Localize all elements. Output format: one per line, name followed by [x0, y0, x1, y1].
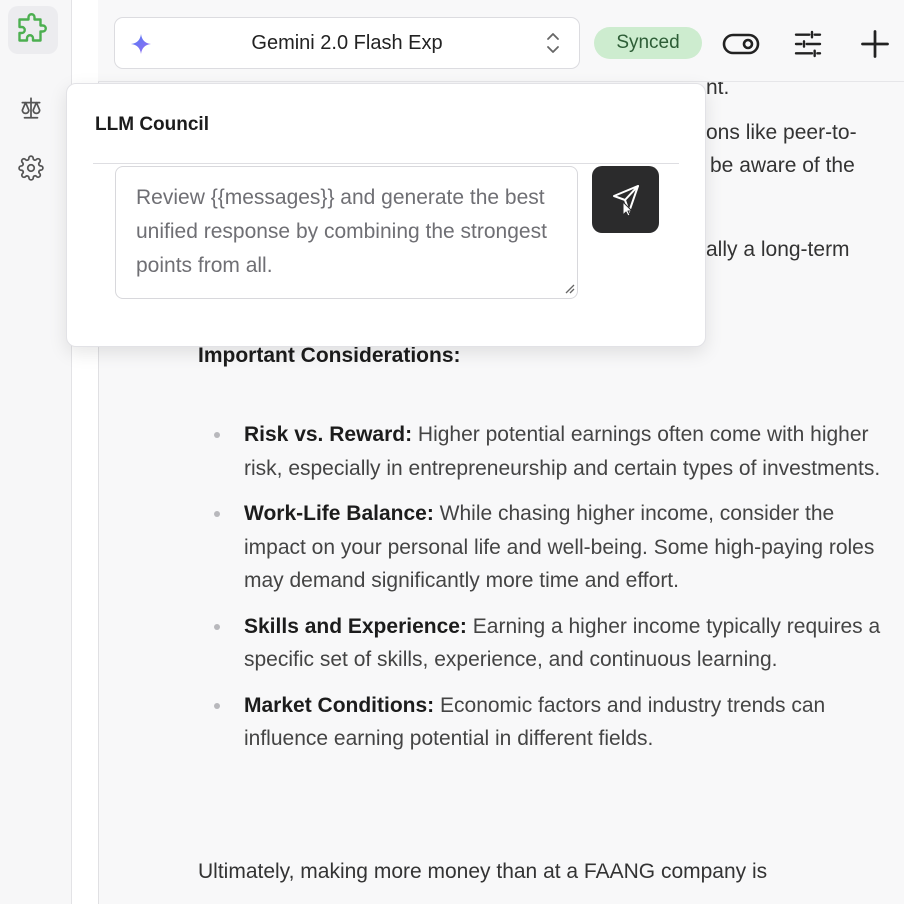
model-selector[interactable]: Gemini 2.0 Flash Exp [114, 17, 580, 69]
considerations-list: Risk vs. Reward: Higher potential earnin… [210, 418, 900, 768]
sync-status-badge: Synced [594, 27, 702, 59]
list-item-title: Market Conditions: [244, 693, 435, 717]
toggle-button[interactable] [721, 24, 761, 64]
divider [93, 163, 679, 164]
council-popup: LLM Council Review {{messages}} and gene… [66, 83, 706, 347]
left-rail [0, 0, 72, 904]
council-nav-button[interactable] [16, 93, 46, 123]
response-text-fragment: ally a long-term [706, 238, 850, 261]
resize-handle-icon[interactable] [563, 282, 575, 294]
puzzle-icon [18, 13, 47, 42]
list-item-title: Work-Life Balance: [244, 502, 434, 525]
sliders-icon [794, 30, 822, 58]
scale-icon [21, 97, 41, 119]
popup-title: LLM Council [95, 114, 209, 135]
toggle-icon [722, 33, 760, 55]
section-heading: Important Considerations: [198, 344, 461, 367]
list-item: Market Conditions: Economic factors and … [210, 689, 900, 756]
send-button[interactable] [592, 166, 659, 233]
list-item: Skills and Experience: Earning a higher … [210, 610, 900, 677]
model-name: Gemini 2.0 Flash Exp [251, 31, 443, 54]
settings-nav-button[interactable] [16, 153, 46, 183]
response-text-fragment: be aware of the [710, 154, 855, 177]
send-icon [612, 184, 639, 216]
new-chat-button[interactable] [855, 24, 895, 64]
council-prompt-input[interactable]: Review {{messages}} and generate the bes… [115, 166, 578, 299]
conclusion-text: Ultimately, making more money than at a … [198, 860, 768, 883]
list-item-title: Skills and Experience: [244, 614, 467, 638]
gear-icon [18, 155, 44, 181]
extension-logo-button[interactable] [8, 6, 58, 54]
chevron-updown-icon [547, 33, 559, 53]
plus-icon [861, 30, 889, 58]
list-item-title: Risk vs. Reward: [244, 423, 413, 446]
list-item: Work-Life Balance: While chasing higher … [210, 497, 900, 598]
list-item: Risk vs. Reward: Higher potential earnin… [210, 418, 900, 485]
response-text-fragment: ons like peer-to- [706, 121, 857, 144]
filters-button[interactable] [788, 24, 828, 64]
